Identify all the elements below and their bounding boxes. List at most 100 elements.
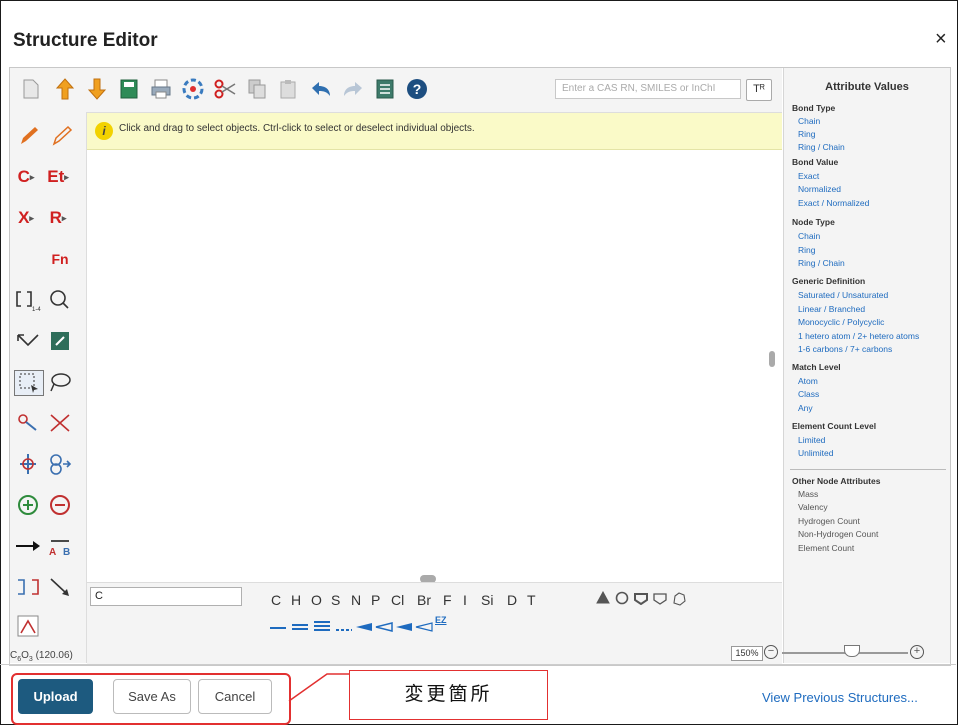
element-input[interactable]: C	[90, 587, 242, 606]
info-icon: i	[95, 122, 113, 140]
stereo-icon[interactable]	[14, 452, 42, 476]
cyclopentane-ring-icon[interactable]	[634, 591, 648, 608]
chemical-text-icon[interactable]	[14, 614, 42, 638]
structure-lookup-button[interactable]: Tᴿ	[746, 79, 772, 101]
ring-size-icon[interactable]	[671, 591, 687, 610]
paste-icon[interactable]	[278, 78, 300, 100]
attr-option-link[interactable]: Ring / Chain	[798, 142, 845, 152]
ez-bond-button[interactable]: EZ	[435, 615, 447, 625]
attr-option-link[interactable]: Class	[798, 389, 819, 399]
element-button[interactable]: H	[291, 592, 301, 608]
cut-icon[interactable]	[214, 78, 236, 100]
zoom-out-icon[interactable]: −	[764, 645, 778, 659]
erase-structure-icon[interactable]	[46, 329, 74, 353]
bond-mark-icon[interactable]	[46, 575, 74, 599]
element-palette: C C H O S N P Cl Br F I Si D T EZ	[87, 582, 782, 664]
wedge-bond-icon[interactable]	[355, 619, 373, 635]
element-button[interactable]: P	[371, 592, 380, 608]
zoom-in-icon[interactable]: +	[910, 645, 924, 659]
chain-icon[interactable]	[14, 329, 42, 353]
element-button[interactable]: T	[527, 592, 536, 608]
remove-charge-icon[interactable]	[46, 493, 74, 517]
element-button[interactable]: C	[271, 592, 281, 608]
any-bond-icon[interactable]	[335, 619, 353, 635]
r-group-tool[interactable]: R ▸	[44, 206, 72, 230]
attr-option-link[interactable]: Ring / Chain	[798, 258, 845, 268]
repeat-group-icon[interactable]: 1-4	[14, 288, 42, 312]
attr-option-link[interactable]: Atom	[798, 376, 818, 386]
element-button[interactable]: D	[507, 592, 517, 608]
element-button[interactable]: Si	[481, 592, 493, 608]
attr-option-link[interactable]: 1 hetero atom / 2+ hetero atoms	[798, 331, 919, 341]
halogen-tool[interactable]: X ▸	[12, 206, 40, 230]
drawing-canvas[interactable]	[87, 150, 782, 580]
attr-option-link[interactable]: Ring	[798, 245, 815, 255]
attr-option-link[interactable]: Any	[798, 403, 813, 413]
ring-fusion-icon[interactable]	[46, 452, 74, 476]
attr-option-link[interactable]: Chain	[798, 231, 820, 241]
structure-search-input[interactable]: Enter a CAS RN, SMILES or InChI	[555, 79, 741, 99]
attr-group-title: Element Count Level	[792, 421, 877, 431]
pencil-light-icon[interactable]	[48, 124, 76, 148]
cyclopropane-ring-icon[interactable]	[596, 590, 610, 608]
hashed-bond-icon[interactable]	[375, 619, 393, 635]
attr-option-link[interactable]: Chain	[798, 116, 820, 126]
export-icon[interactable]	[86, 78, 108, 100]
carbon-tool[interactable]: C ▸	[12, 165, 40, 189]
bond-cut-icon[interactable]	[46, 411, 74, 435]
zoom-level[interactable]: 150%	[731, 646, 763, 661]
attr-option-link[interactable]: 1-6 carbons / 7+ carbons	[798, 344, 892, 354]
save-icon[interactable]	[118, 78, 140, 100]
add-charge-icon[interactable]	[14, 493, 42, 517]
single-bond-icon[interactable]	[269, 619, 287, 635]
attr-option-link[interactable]: Unlimited	[798, 448, 833, 458]
benzene-ring-icon[interactable]	[615, 591, 629, 608]
list-icon[interactable]	[374, 78, 396, 100]
print-icon[interactable]	[150, 78, 172, 100]
pencil-icon[interactable]	[15, 124, 43, 148]
element-button[interactable]: I	[463, 592, 467, 608]
vertical-scrollbar[interactable]	[769, 351, 775, 367]
functional-group-tool[interactable]: Fn	[46, 247, 74, 271]
reaction-arrow-icon[interactable]	[14, 534, 42, 558]
bond-attach-icon[interactable]	[14, 411, 42, 435]
expand-icon: ▸	[61, 212, 67, 223]
bold-bond-icon[interactable]	[415, 619, 433, 635]
help-icon[interactable]: ?	[406, 78, 428, 100]
cyclohexane-ring-icon[interactable]	[653, 591, 667, 608]
templates-icon[interactable]	[182, 78, 204, 100]
copy-icon[interactable]	[246, 78, 268, 100]
ethyl-tool[interactable]: Et ▸	[44, 165, 72, 189]
element-button[interactable]: F	[443, 592, 452, 608]
attr-item: Element Count	[798, 543, 855, 553]
element-button[interactable]: S	[331, 592, 340, 608]
attr-option-link[interactable]: Linear / Branched	[798, 304, 865, 314]
new-document-icon[interactable]	[20, 78, 42, 100]
element-button[interactable]: Br	[417, 592, 431, 608]
element-button[interactable]: O	[311, 592, 322, 608]
attr-option-link[interactable]: Exact / Normalized	[798, 198, 869, 208]
attr-option-link[interactable]: Monocyclic / Polycyclic	[798, 317, 884, 327]
element-button[interactable]: N	[351, 592, 361, 608]
attr-option-link[interactable]: Ring	[798, 129, 815, 139]
close-icon[interactable]: ×	[935, 28, 947, 51]
left-tool-palette: C ▸ Et ▸ X ▸ R ▸ Fn 1-4 AB	[10, 112, 87, 663]
attr-option-link[interactable]: Normalized	[798, 184, 841, 194]
zoom-slider-thumb[interactable]	[844, 645, 860, 657]
redo-icon[interactable]	[342, 78, 364, 100]
attr-option-link[interactable]: Saturated / Unsaturated	[798, 290, 888, 300]
atom-map-icon[interactable]	[14, 575, 42, 599]
reaction-map-icon[interactable]: AB	[46, 534, 74, 558]
element-button[interactable]: Cl	[391, 592, 404, 608]
wavy-bond-icon[interactable]	[395, 619, 413, 635]
undo-icon[interactable]	[310, 78, 332, 100]
attr-option-link[interactable]: Exact	[798, 171, 819, 181]
lasso-select-icon[interactable]	[46, 370, 74, 394]
import-icon[interactable]	[54, 78, 76, 100]
attr-option-link[interactable]: Limited	[798, 435, 825, 445]
query-atom-icon[interactable]	[46, 288, 74, 312]
triple-bond-icon[interactable]	[313, 619, 331, 635]
view-previous-structures-link[interactable]: View Previous Structures...	[762, 690, 918, 705]
double-bond-icon[interactable]	[291, 619, 309, 635]
rectangle-select-icon[interactable]	[14, 370, 44, 396]
